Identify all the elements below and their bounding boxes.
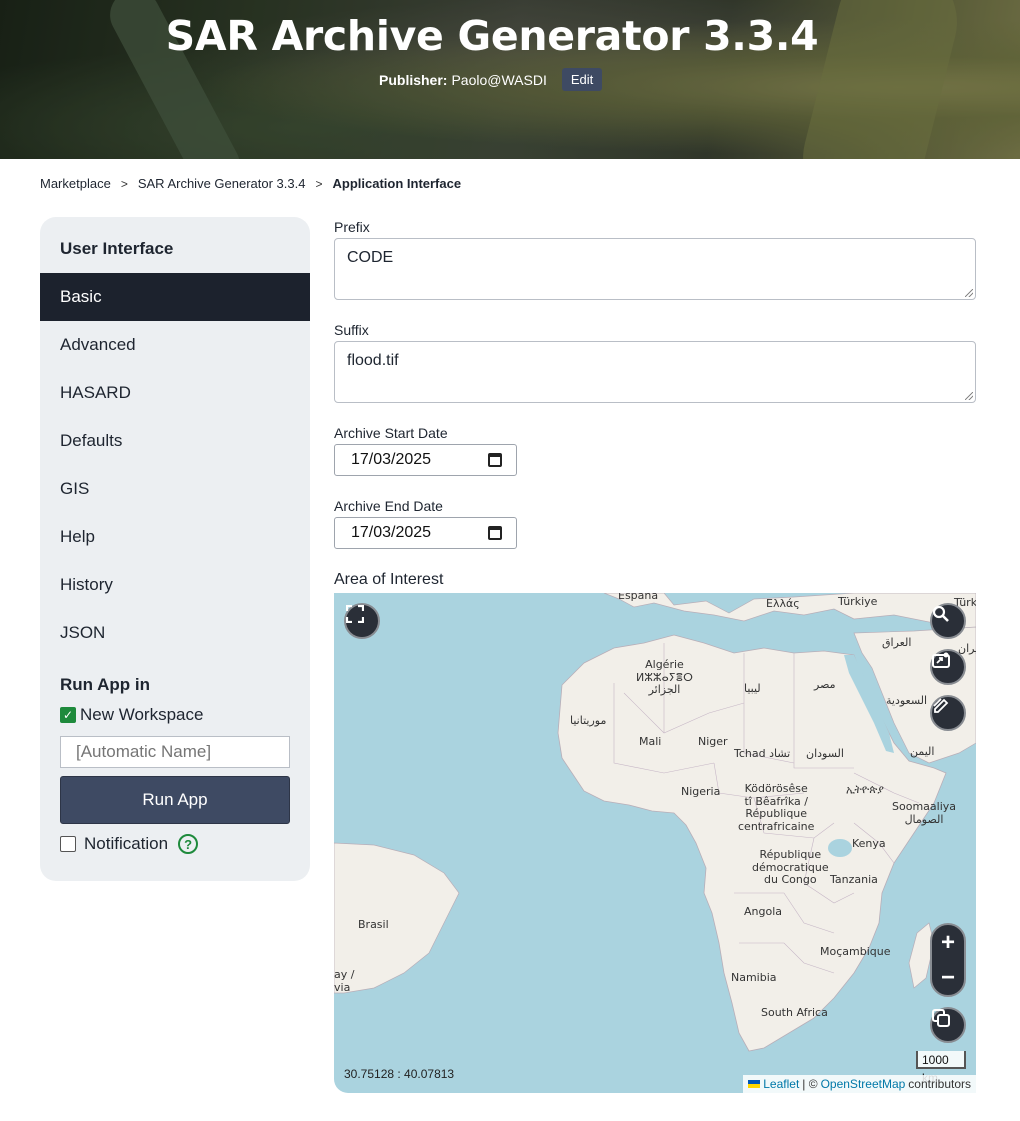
- end-date-value: 17/03/2025: [351, 524, 432, 541]
- help-icon[interactable]: ?: [178, 834, 199, 854]
- map-label: Niger: [698, 735, 728, 748]
- start-date-input[interactable]: 17/03/2025: [334, 444, 517, 476]
- import-shape-icon[interactable]: [930, 649, 966, 685]
- area-of-interest-label: Area of Interest: [334, 571, 444, 588]
- prefix-value: CODE: [347, 249, 394, 266]
- map-label: السودان: [806, 747, 844, 760]
- map-coordinates: 30.75128 : 40.07813: [344, 1067, 455, 1081]
- resize-handle-icon[interactable]: [965, 289, 973, 297]
- publisher-value: Paolo@WASDI: [451, 71, 547, 88]
- map-label: Brasil: [358, 918, 389, 931]
- sidebar-item-hasard[interactable]: HASARD: [40, 369, 310, 417]
- zoom-out-button[interactable]: −: [932, 960, 964, 995]
- map-label: Algérie ⵍⵣⵣⴰⵢⴻⵔ الجزائر: [636, 658, 693, 697]
- breadcrumb-marketplace[interactable]: Marketplace: [40, 176, 111, 191]
- suffix-label: Suffix: [334, 322, 369, 338]
- map-label: Kenya: [852, 837, 886, 850]
- new-workspace-checkbox[interactable]: ✓: [60, 707, 76, 723]
- sidebar-item-json[interactable]: JSON: [40, 609, 310, 657]
- edit-button[interactable]: Edit: [561, 68, 603, 91]
- sidebar-heading: User Interface: [60, 239, 174, 258]
- map-label: Namibia: [731, 971, 777, 984]
- lake-victoria: [828, 839, 852, 857]
- sidebar-item-advanced[interactable]: Advanced: [40, 321, 310, 369]
- draw-edit-icon[interactable]: [930, 695, 966, 731]
- calendar-icon[interactable]: [488, 526, 502, 540]
- new-workspace-label: New Workspace: [80, 705, 204, 724]
- search-icon[interactable]: [930, 603, 966, 639]
- map-label: مصر: [814, 678, 836, 691]
- layers-icon[interactable]: [930, 1007, 966, 1043]
- breadcrumb-separator: >: [315, 176, 323, 191]
- map-label: España: [618, 593, 659, 602]
- map-label: Moçambique: [820, 945, 891, 958]
- layers-icon: [932, 1009, 950, 1027]
- area-of-interest-map[interactable]: España Ελλάς Türkiye Türk ايران العراق A…: [334, 593, 976, 1093]
- publisher-row: Publisher: Paolo@WASDI Edit: [379, 68, 603, 91]
- zoom-control: + −: [930, 923, 966, 997]
- draw-edit-icon: [933, 698, 949, 713]
- map-label: Nigeria: [681, 785, 721, 798]
- new-workspace-row[interactable]: ✓ New Workspace: [40, 701, 310, 729]
- map-label: République démocratique du Congo: [752, 848, 829, 887]
- map-label: اليمن: [910, 745, 935, 758]
- sidebar-item-help[interactable]: Help: [40, 513, 310, 561]
- breadcrumb-separator: >: [120, 176, 128, 191]
- attribution-suffix: contributors: [908, 1077, 971, 1091]
- start-date-value: 17/03/2025: [351, 451, 432, 468]
- notification-checkbox[interactable]: [60, 836, 76, 852]
- map-label: ليبيا: [744, 682, 761, 695]
- osm-link[interactable]: OpenStreetMap: [821, 1075, 906, 1093]
- ukraine-flag-icon: [748, 1080, 761, 1088]
- end-date-input[interactable]: 17/03/2025: [334, 517, 517, 549]
- header-banner: SAR Archive Generator 3.3.4 Publisher: P…: [0, 0, 1020, 159]
- resize-handle-icon[interactable]: [965, 392, 973, 400]
- map-scale: 1000 km: [916, 1051, 966, 1085]
- workspace-name-input[interactable]: [60, 736, 290, 768]
- leaflet-link[interactable]: Leaflet: [763, 1075, 799, 1093]
- attribution-separator: | ©: [802, 1077, 818, 1091]
- map-label: Mali: [639, 735, 662, 748]
- sidebar-item-history[interactable]: History: [40, 561, 310, 609]
- sidebar-item-basic[interactable]: Basic: [40, 273, 310, 321]
- start-date-label: Archive Start Date: [334, 425, 448, 441]
- map-label: السعودية: [886, 694, 928, 707]
- map-label: ay / via: [334, 968, 355, 994]
- sidebar-item-defaults[interactable]: Defaults: [40, 417, 310, 465]
- end-date-label: Archive End Date: [334, 498, 443, 514]
- sidebar-item-gis[interactable]: GIS: [40, 465, 310, 513]
- suffix-value: flood.tif: [347, 352, 399, 369]
- map-label: Tchad تشاد: [734, 747, 791, 760]
- run-app-heading: Run App in: [60, 675, 151, 694]
- map-label: Angola: [744, 905, 783, 918]
- sidebar: User Interface Basic Advanced HASARD Def…: [40, 217, 310, 881]
- prefix-label: Prefix: [334, 219, 370, 235]
- map-label: Türkiye: [838, 595, 878, 608]
- page-title: SAR Archive Generator 3.3.4: [165, 12, 819, 60]
- notification-label: Notification: [84, 834, 169, 853]
- fullscreen-icon: [346, 605, 364, 623]
- calendar-icon[interactable]: [488, 453, 502, 467]
- suffix-input[interactable]: flood.tif: [334, 341, 976, 403]
- map-label: العراق: [882, 636, 912, 649]
- zoom-in-button[interactable]: +: [932, 925, 964, 960]
- map-label: Tanzania: [830, 873, 878, 886]
- breadcrumb-app[interactable]: SAR Archive Generator 3.3.4: [138, 176, 306, 191]
- map-attribution: Leaflet | © OpenStreetMap contributors: [743, 1075, 976, 1093]
- map-label: Soomaaliya الصومال: [892, 800, 957, 826]
- prefix-input[interactable]: CODE: [334, 238, 976, 300]
- run-app-button[interactable]: Run App: [60, 776, 290, 824]
- notification-row[interactable]: Notification ?: [40, 832, 310, 856]
- breadcrumb: Marketplace > SAR Archive Generator 3.3.…: [40, 176, 461, 191]
- map-label: Ελλάς: [766, 597, 800, 610]
- breadcrumb-current: Application Interface: [332, 176, 462, 191]
- map-label: موريتانيا: [570, 714, 607, 727]
- map-label: ኢትዮጵያ: [846, 783, 884, 796]
- fullscreen-icon[interactable]: [344, 603, 380, 639]
- map-label: South Africa: [761, 1006, 828, 1019]
- publisher-label: Publisher:: [379, 71, 448, 88]
- map-label: Ködörösêse tî Bêafrîka / République cent…: [738, 782, 815, 833]
- import-shape-icon: [932, 652, 950, 668]
- search-icon: [932, 605, 949, 622]
